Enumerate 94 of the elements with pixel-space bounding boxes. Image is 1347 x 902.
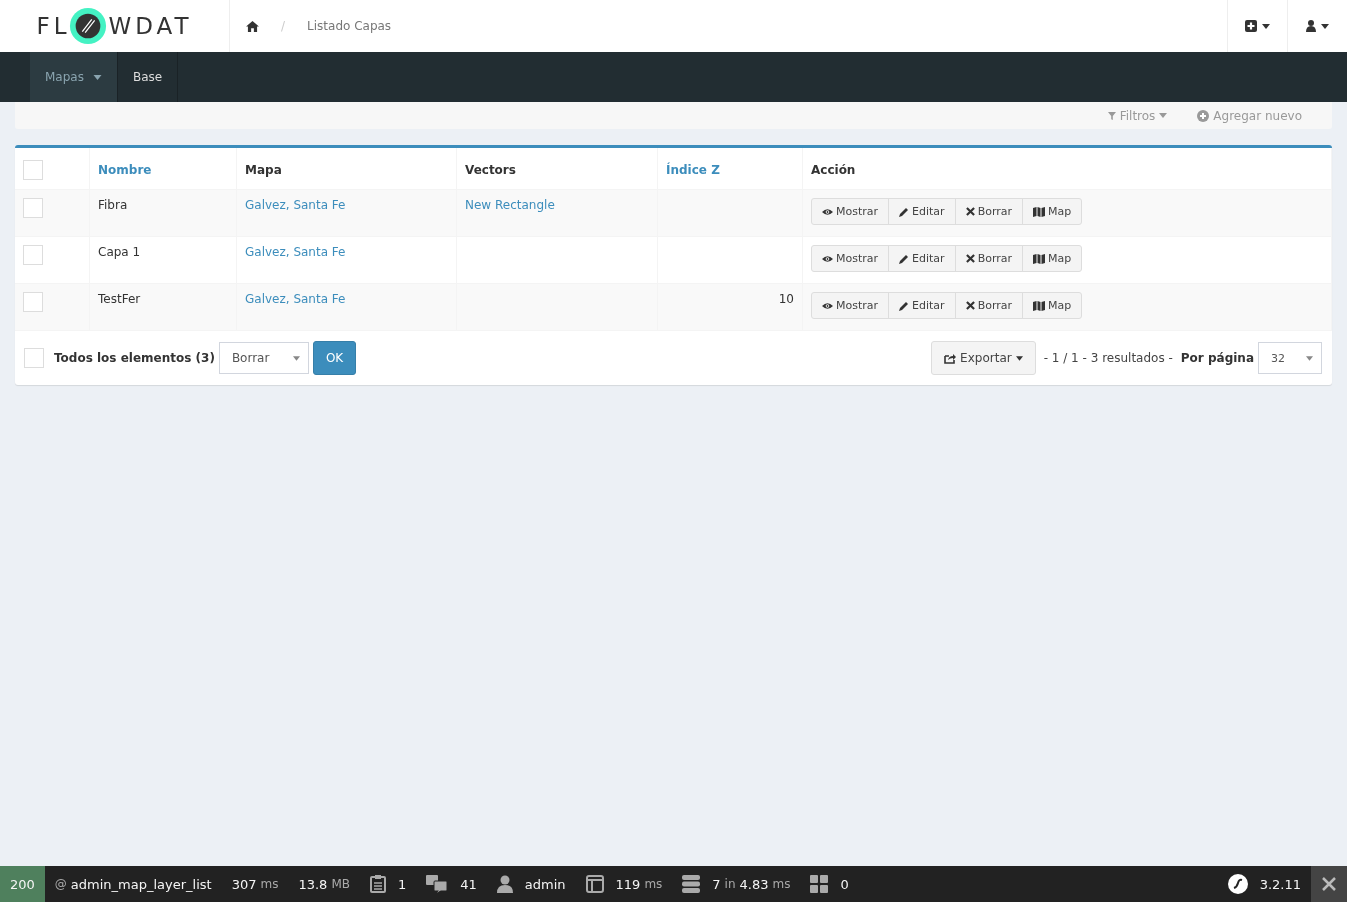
- layout-icon: [585, 875, 604, 893]
- toolbar-text: @: [54, 877, 67, 891]
- column-header[interactable]: Índice Z: [666, 163, 720, 177]
- pencil-icon: [899, 300, 910, 311]
- home-icon[interactable]: [246, 20, 259, 32]
- plus-square-icon: [1245, 20, 1257, 32]
- toolbar-text: 307: [231, 876, 257, 892]
- edit-button[interactable]: Editar: [888, 292, 956, 319]
- caret-icon: [1321, 23, 1329, 29]
- toolbar-text: ms: [644, 877, 663, 891]
- select-all-label: Todos los elementos (3): [54, 351, 215, 365]
- toolbar-text: 0: [840, 876, 849, 892]
- show-button[interactable]: Mostrar: [811, 198, 890, 225]
- status-code[interactable]: 200: [0, 866, 45, 902]
- pagination-info: - 1 / 1 - 3 resultados -: [1043, 351, 1173, 365]
- filter-icon: [1107, 110, 1116, 121]
- close-icon: [1322, 877, 1336, 891]
- user-icon: [1306, 20, 1316, 32]
- toolbar-text: admin: [524, 876, 566, 892]
- table-link[interactable]: New Rectangle: [465, 198, 555, 212]
- clipboard-icon: [370, 875, 386, 893]
- column-header: Mapa: [245, 163, 282, 177]
- eye-icon: [822, 207, 833, 216]
- speech-bubbles-icon: [426, 875, 449, 893]
- toolbar-text: ms: [772, 877, 791, 891]
- breadcrumb-item: Listado Capas: [307, 19, 392, 33]
- table-link[interactable]: Galvez, Santa Fe: [245, 198, 346, 212]
- map-button[interactable]: Map: [1022, 245, 1083, 272]
- toolbar-text: 119: [615, 876, 641, 892]
- delete-button[interactable]: Borrar: [954, 292, 1024, 319]
- eye-icon: [822, 254, 833, 263]
- caret-icon: [1159, 113, 1168, 118]
- show-button[interactable]: Mostrar: [811, 292, 890, 319]
- per-page-label: Por página: [1180, 351, 1254, 365]
- nav-tab[interactable]: Mapas: [30, 52, 118, 102]
- select-all-checkbox[interactable]: [24, 348, 44, 368]
- row-checkbox[interactable]: [23, 292, 43, 312]
- caret-icon: [1306, 355, 1313, 361]
- column-header[interactable]: Nombre: [98, 163, 152, 177]
- toolbar-text: 41: [460, 876, 477, 892]
- pencil-icon: [899, 253, 910, 264]
- row-checkbox[interactable]: [23, 198, 43, 218]
- map-icon: [1033, 300, 1046, 311]
- row-checkbox[interactable]: [23, 245, 43, 265]
- export-button[interactable]: Exportar: [931, 341, 1036, 375]
- cross-icon: [965, 301, 975, 310]
- database-icon: [682, 875, 701, 893]
- ok-button[interactable]: OK: [312, 341, 357, 375]
- logo-icon: [68, 7, 107, 45]
- delete-button[interactable]: Borrar: [954, 245, 1024, 272]
- edit-button[interactable]: Editar: [888, 198, 956, 225]
- delete-button[interactable]: Borrar: [954, 198, 1024, 225]
- toolbar-text: 1: [398, 876, 407, 892]
- show-button[interactable]: Mostrar: [811, 245, 890, 272]
- user-icon: [496, 875, 513, 893]
- toolbar-text: 13.8: [298, 876, 328, 892]
- share-icon: [944, 352, 957, 364]
- table-link[interactable]: Galvez, Santa Fe: [245, 292, 346, 306]
- toolbar-text: MB: [331, 877, 350, 891]
- column-header: Vectors: [465, 163, 516, 177]
- per-page-select[interactable]: 32: [1258, 342, 1322, 374]
- pencil-icon: [899, 206, 910, 217]
- batch-action-select[interactable]: Borrar: [218, 342, 309, 374]
- breadcrumb-separator: /: [281, 19, 286, 33]
- close-button[interactable]: [1311, 866, 1347, 902]
- grid-icon: [810, 875, 829, 893]
- toolbar-text: admin_map_layer_list: [70, 876, 212, 892]
- select-all-checkbox[interactable]: [23, 160, 43, 180]
- map-icon: [1033, 206, 1046, 217]
- caret-icon: [92, 74, 102, 80]
- table-cell: TestFer: [98, 292, 141, 306]
- plus-circle-icon: [1197, 109, 1210, 122]
- eye-icon: [822, 301, 833, 310]
- logo-text: WDAT: [108, 13, 193, 39]
- logo-text: FL: [36, 13, 71, 39]
- cross-icon: [965, 254, 975, 263]
- caret-icon: [1262, 23, 1270, 29]
- caret-icon: [292, 355, 300, 361]
- table-link[interactable]: Galvez, Santa Fe: [245, 245, 346, 259]
- map-button[interactable]: Map: [1022, 292, 1083, 319]
- cross-icon: [965, 207, 975, 216]
- caret-icon: [1015, 355, 1023, 361]
- map-button[interactable]: Map: [1022, 198, 1083, 225]
- toolbar-text: 7: [712, 876, 721, 892]
- edit-button[interactable]: Editar: [888, 245, 956, 272]
- toolbar-text: in: [724, 877, 736, 891]
- version-text: 3.2.11: [1259, 876, 1301, 892]
- toolbar-text: 4.83: [739, 876, 769, 892]
- table-cell: Capa 1: [98, 245, 141, 259]
- toolbar-text: ms: [260, 877, 279, 891]
- table-cell: Fibra: [98, 198, 128, 212]
- column-header: Acción: [811, 163, 856, 177]
- map-icon: [1033, 253, 1046, 264]
- table-cell: 10: [778, 292, 794, 306]
